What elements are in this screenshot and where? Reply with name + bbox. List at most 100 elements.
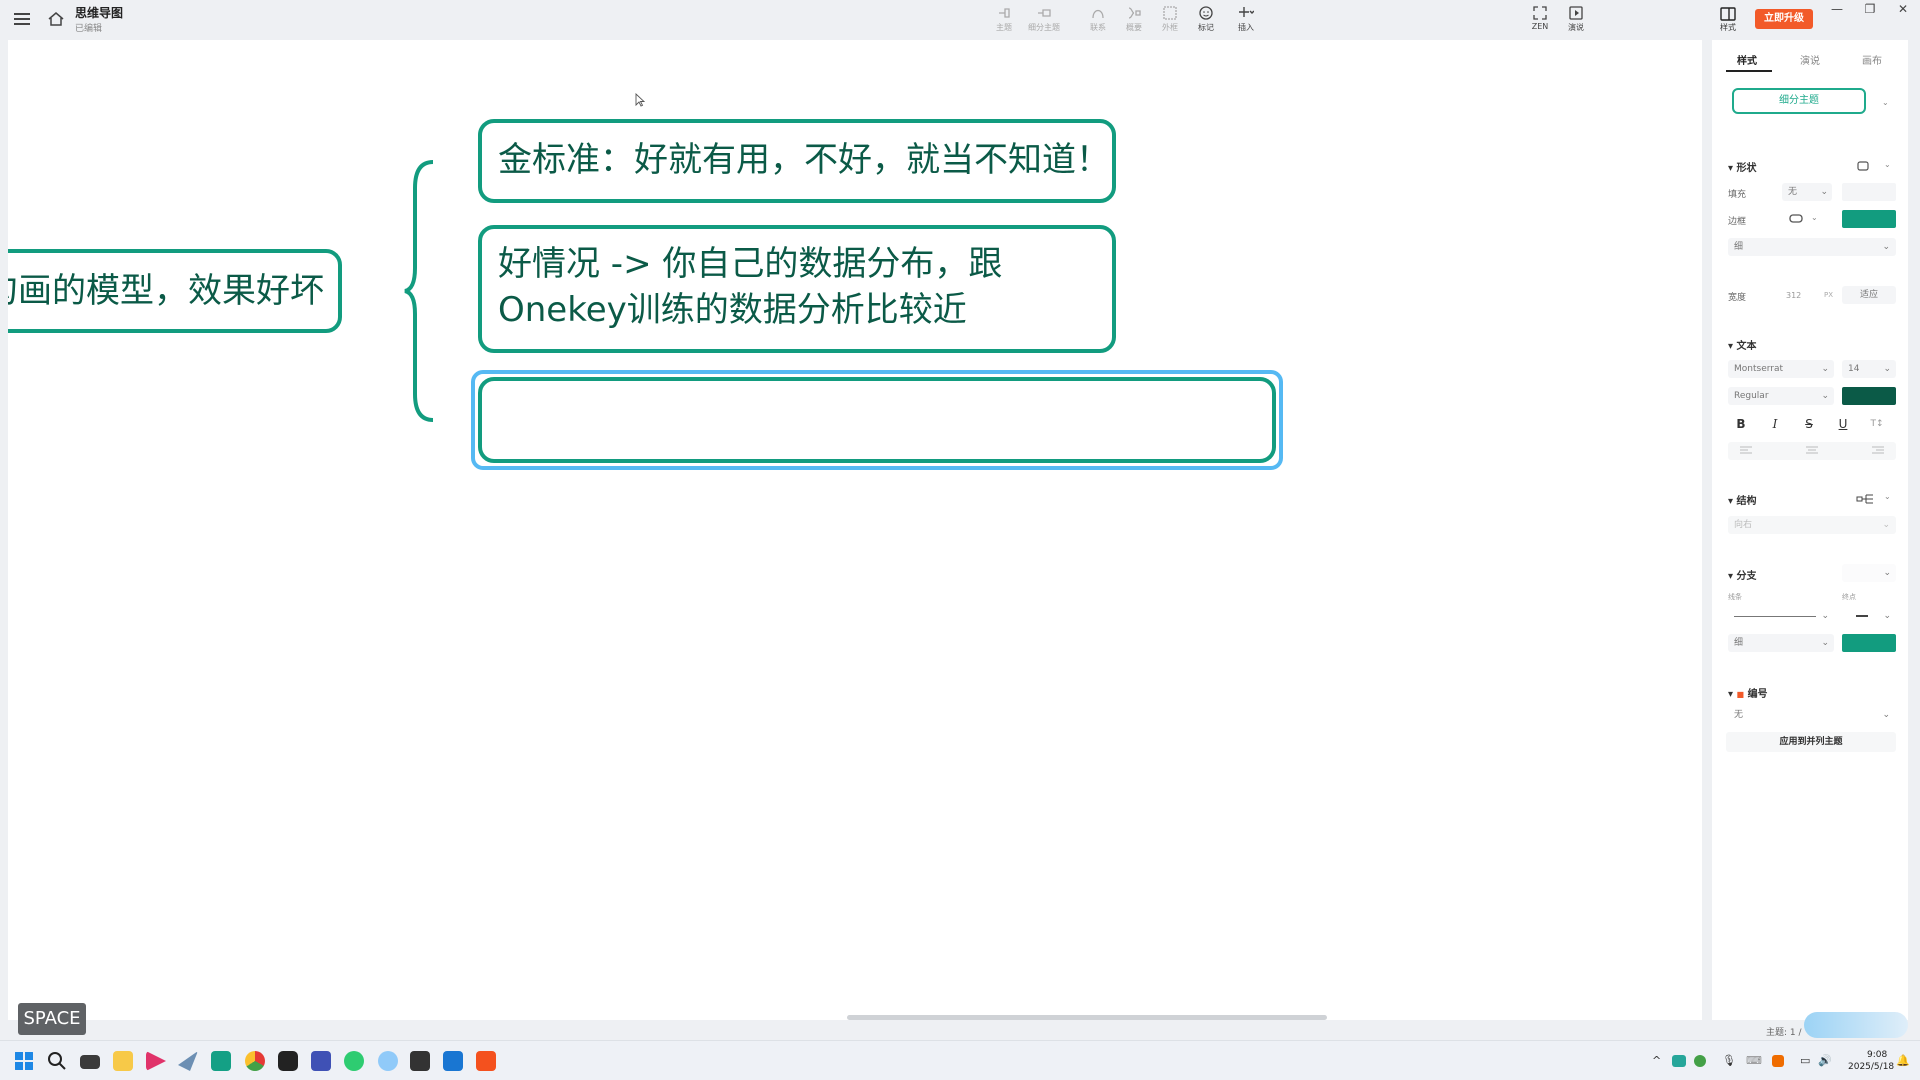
close-icon[interactable]: ✕ <box>1893 2 1913 16</box>
wechat-icon[interactable] <box>344 1051 364 1071</box>
chevron-down-icon[interactable]: ⌄ <box>1884 160 1891 169</box>
text-case-button[interactable]: T↕ <box>1864 415 1890 433</box>
network-icon[interactable]: ▭ <box>1800 1054 1810 1067</box>
subtopic-icon <box>1038 9 1051 17</box>
font-family-select[interactable]: Montserrat ⌄ <box>1728 360 1834 378</box>
border-color-swatch[interactable] <box>1842 210 1896 228</box>
italic-button[interactable]: I <box>1762 415 1788 433</box>
chevron-down-icon[interactable]: ⌄ <box>1882 98 1889 107</box>
align-left-icon[interactable] <box>1740 446 1752 456</box>
subtopic-node-2[interactable]: 好情况 -> 你自己的数据分布，跟Onekey训练的数据分析比较近 <box>478 225 1116 353</box>
ime-widget[interactable] <box>1804 1012 1908 1038</box>
toolbar-insert-label: 插入 <box>1238 23 1254 32</box>
app-blue-icon[interactable] <box>311 1051 331 1071</box>
clock-time[interactable]: 9:08 <box>1867 1050 1887 1060</box>
structure-direction-select[interactable]: 向右 ⌄ <box>1728 516 1896 534</box>
text-section-title[interactable]: ▾ 文本 <box>1728 337 1757 352</box>
fill-select[interactable]: 无 ⌄ <box>1782 183 1832 201</box>
toolbar-marker-button[interactable]: 标记 <box>1186 5 1226 35</box>
underline-button[interactable]: U <box>1830 415 1856 433</box>
minimize-icon[interactable]: — <box>1827 2 1847 16</box>
present-button[interactable]: 演说 <box>1556 5 1596 35</box>
app-mail-icon[interactable] <box>443 1051 463 1071</box>
microphone-icon[interactable]: 🎙 <box>1722 1054 1736 1067</box>
restore-icon[interactable]: ❐ <box>1860 2 1880 16</box>
app-arrow-icon[interactable] <box>146 1051 166 1071</box>
tray-app-icon[interactable] <box>1672 1055 1686 1067</box>
console-icon[interactable] <box>410 1051 430 1071</box>
pycharm-icon[interactable] <box>211 1051 231 1071</box>
chevron-down-icon[interactable]: ⌄ <box>1884 492 1891 501</box>
structure-section-title[interactable]: ▾ 结构 <box>1728 492 1757 507</box>
fill-color-swatch[interactable] <box>1842 183 1896 201</box>
toolbar-topic-button[interactable]: 主题 <box>984 5 1024 35</box>
chevron-up-icon[interactable]: ^ <box>1652 1054 1661 1067</box>
topic-type-select[interactable]: 细分主题 <box>1732 88 1866 114</box>
toolbar-relationship-button[interactable]: 联系 <box>1078 5 1118 35</box>
bold-button[interactable]: B <box>1728 415 1754 433</box>
tab-style[interactable]: 样式 <box>1737 52 1757 67</box>
branch-weight-select[interactable]: 细 ⌄ <box>1728 634 1834 652</box>
branch-style-select[interactable]: ⌄ <box>1842 564 1896 582</box>
style-panel-toggle[interactable]: 样式 <box>1716 5 1740 35</box>
branch-endpoint-select[interactable]: ⌄ <box>1842 607 1896 625</box>
play-icon <box>1569 6 1583 20</box>
tray-keyboard-icon[interactable]: ⌨ <box>1746 1054 1762 1067</box>
align-right-icon[interactable] <box>1872 446 1884 456</box>
app-terminal-icon[interactable] <box>278 1051 298 1071</box>
align-center-icon[interactable] <box>1806 446 1818 456</box>
tab-presentation[interactable]: 演说 <box>1800 52 1820 67</box>
font-weight-value: Regular <box>1734 391 1769 401</box>
fit-button[interactable]: 适应 <box>1842 286 1896 304</box>
xmind-icon[interactable] <box>476 1051 496 1071</box>
menu-icon[interactable] <box>14 10 30 30</box>
border-weight-select[interactable]: 细 ⌄ <box>1728 238 1896 256</box>
task-view-icon[interactable] <box>80 1055 100 1069</box>
text-color-swatch[interactable] <box>1842 387 1896 405</box>
numbering-section-title[interactable]: ▾ ■ 编号 <box>1728 685 1768 700</box>
chevron-down-icon[interactable]: ⌄ <box>1811 213 1818 222</box>
tab-canvas[interactable]: 画布 <box>1862 52 1882 67</box>
subtopic-node-1[interactable]: 金标准：好就有用，不好，就当不知道！ <box>478 119 1116 203</box>
toolbar-insert-button[interactable]: 插入 <box>1226 5 1266 35</box>
branch-line-select[interactable]: ⌄ <box>1728 607 1834 625</box>
zen-mode-button[interactable]: ZEN <box>1520 5 1560 35</box>
width-value[interactable]: 312 <box>1786 291 1801 300</box>
file-explorer-icon[interactable] <box>113 1051 133 1071</box>
structure-direction-value: 向右 <box>1734 520 1753 530</box>
tray-wechat-icon[interactable] <box>1694 1055 1706 1067</box>
volume-icon[interactable]: 🔊 <box>1818 1054 1832 1067</box>
apply-to-siblings-button[interactable]: 应用到并列主题 <box>1726 732 1896 752</box>
shape-section-title[interactable]: ▾ 形状 <box>1728 159 1757 174</box>
numbering-select[interactable]: 无 ⌄ <box>1728 706 1896 724</box>
toolbar-boundary-button[interactable]: 外框 <box>1150 5 1190 35</box>
windows-start-icon[interactable] <box>14 1051 34 1071</box>
structure-layout-icon[interactable] <box>1856 494 1874 504</box>
horizontal-scrollbar[interactable] <box>847 1015 1327 1020</box>
font-size-select[interactable]: 14 ⌄ <box>1842 360 1896 378</box>
upgrade-button[interactable]: 立即升级 <box>1755 9 1813 29</box>
mindmap-canvas[interactable]: 勾画的模型，效果好坏 金标准：好就有用，不好，就当不知道！ 好情况 -> 你自己… <box>8 40 1702 1020</box>
border-style-icon[interactable] <box>1789 214 1803 223</box>
branch-section-title[interactable]: ▾ 分支 <box>1728 567 1757 582</box>
toolbar-subtopic-button[interactable]: 细分主题 <box>1024 5 1064 35</box>
tray-orange-icon[interactable] <box>1772 1055 1784 1067</box>
notification-bell-icon[interactable]: 🔔 <box>1896 1054 1910 1067</box>
marker-icon <box>1199 6 1213 20</box>
home-icon[interactable] <box>47 10 65 28</box>
strikethrough-button[interactable]: S <box>1796 415 1822 433</box>
border-weight-value: 细 <box>1734 242 1744 252</box>
app-send-icon[interactable] <box>178 1051 198 1071</box>
toolbar-subtopic-label: 细分主题 <box>1028 23 1060 32</box>
app-network-icon[interactable] <box>378 1051 398 1071</box>
chrome-icon[interactable] <box>245 1051 265 1071</box>
subtopic-node-3-editing[interactable] <box>478 377 1276 463</box>
document-title[interactable]: 思维导图 <box>75 4 123 21</box>
clock-date[interactable]: 2025/5/18 <box>1848 1062 1894 1072</box>
font-weight-select[interactable]: Regular ⌄ <box>1728 387 1834 405</box>
branch-color-swatch[interactable] <box>1842 634 1896 652</box>
root-topic-node[interactable]: 勾画的模型，效果好坏 <box>8 249 342 333</box>
toolbar-summary-button[interactable]: 概要 <box>1114 5 1154 35</box>
search-icon[interactable] <box>47 1051 67 1071</box>
shape-rect-icon[interactable] <box>1857 161 1869 171</box>
